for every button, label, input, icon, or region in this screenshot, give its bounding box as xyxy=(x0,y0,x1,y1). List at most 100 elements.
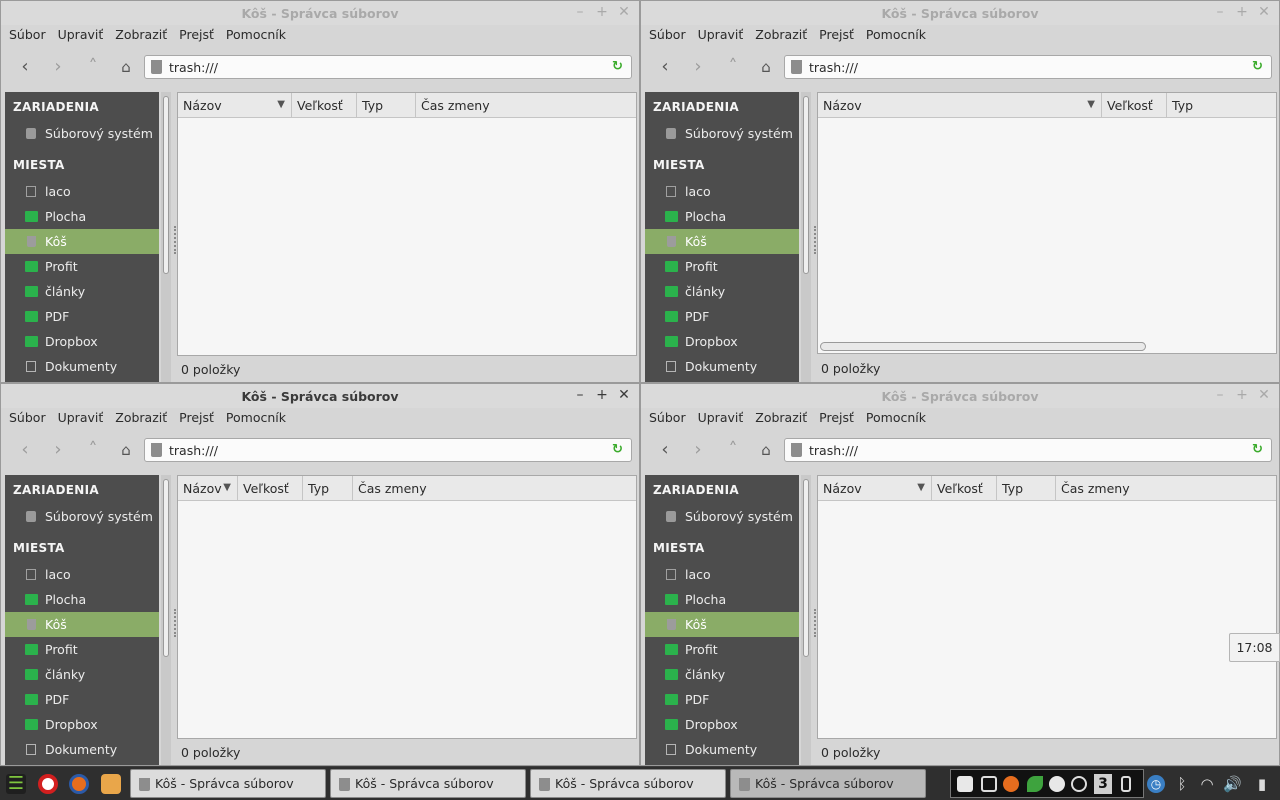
sidebar-item-home[interactable]: laco xyxy=(645,562,799,587)
forward-icon[interactable]: › xyxy=(47,57,69,77)
minimize-button[interactable]: – xyxy=(1213,387,1227,403)
sidebar-item-filesystem[interactable]: Súborový systém xyxy=(645,504,799,529)
menu-edit[interactable]: Upraviť xyxy=(692,408,750,430)
scrollbar-thumb[interactable] xyxy=(803,96,809,274)
sidebar-item-desktop[interactable]: Plocha xyxy=(5,204,159,229)
dropbox-icon[interactable] xyxy=(957,776,973,792)
close-button[interactable]: ✕ xyxy=(1257,4,1271,20)
sidebar-scrollbar[interactable] xyxy=(801,92,811,382)
forward-icon[interactable]: › xyxy=(47,440,69,460)
update-icon[interactable] xyxy=(1071,776,1087,792)
minimize-button[interactable]: – xyxy=(1213,4,1227,20)
address-bar[interactable]: trash:/// ↻ xyxy=(144,55,632,79)
sidebar-item-desktop[interactable]: Plocha xyxy=(5,587,159,612)
task-button-4[interactable]: Kôš - Správca súborov xyxy=(730,769,926,798)
file-manager-window-top-right[interactable]: Kôš - Správca súborov – + ✕ Súbor Upravi… xyxy=(640,0,1280,383)
firefox-tray-icon[interactable] xyxy=(1003,776,1019,792)
sidebar-item-pdf[interactable]: PDF xyxy=(645,687,799,712)
clipboard-icon[interactable] xyxy=(981,776,997,792)
sidebar-item-pdf[interactable]: PDF xyxy=(5,687,159,712)
sidebar-item-trash[interactable]: Kôš xyxy=(645,612,799,637)
clock-icon[interactable]: ◷ xyxy=(1147,775,1165,793)
phone-icon[interactable] xyxy=(1121,776,1131,792)
column-name[interactable]: Názov ▼ xyxy=(178,476,238,501)
sidebar-item-dropbox[interactable]: Dropbox xyxy=(645,329,799,354)
scrollbar-thumb[interactable] xyxy=(803,479,809,657)
sidebar-item-clanky[interactable]: články xyxy=(5,662,159,687)
forward-icon[interactable]: › xyxy=(687,57,709,77)
menu-view[interactable]: Zobraziť xyxy=(749,408,813,430)
sidebar-item-documents[interactable]: Dokumenty xyxy=(5,354,159,379)
scrollbar-thumb[interactable] xyxy=(163,479,169,657)
sidebar-item-filesystem[interactable]: Súborový systém xyxy=(5,504,159,529)
sidebar-item-profit[interactable]: Profit xyxy=(5,254,159,279)
home-icon[interactable]: ⌂ xyxy=(115,57,137,77)
up-icon[interactable]: ˄ xyxy=(722,57,744,77)
back-icon[interactable]: ‹ xyxy=(654,57,676,77)
sidebar-scrollbar[interactable] xyxy=(161,475,171,765)
sidebar-item-trash[interactable]: Kôš xyxy=(5,229,159,254)
file-manager-window-bottom-left[interactable]: Kôš - Správca súborov – + ✕ Súbor Upravi… xyxy=(0,383,640,766)
menu-go[interactable]: Prejsť xyxy=(173,408,220,430)
sidebar-item-clanky[interactable]: články xyxy=(645,279,799,304)
close-button[interactable]: ✕ xyxy=(617,4,631,20)
menu-help[interactable]: Pomocník xyxy=(220,25,292,47)
menu-view[interactable]: Zobraziť xyxy=(109,25,173,47)
opera-icon[interactable] xyxy=(38,774,58,794)
file-list[interactable]: Názov ▼ Veľkosť Typ xyxy=(817,92,1277,354)
scrollbar-thumb[interactable] xyxy=(163,96,169,274)
reload-icon[interactable]: ↻ xyxy=(1252,60,1266,74)
titlebar[interactable]: Kôš - Správca súborov – + ✕ xyxy=(641,384,1279,408)
home-icon[interactable]: ⌂ xyxy=(115,440,137,460)
volume-icon[interactable]: 🔊 xyxy=(1223,775,1242,793)
file-list[interactable]: Názov ▼ Veľkosť Typ Čas zmeny xyxy=(177,92,637,356)
reload-icon[interactable]: ↻ xyxy=(1252,443,1266,457)
close-button[interactable]: ✕ xyxy=(617,387,631,403)
sidebar-item-filesystem[interactable]: Súborový systém xyxy=(645,121,799,146)
sidebar-item-dropbox[interactable]: Dropbox xyxy=(645,712,799,737)
menu-help[interactable]: Pomocník xyxy=(860,25,932,47)
menu-edit[interactable]: Upraviť xyxy=(692,25,750,47)
horizontal-scrollbar[interactable] xyxy=(820,342,1146,351)
sidebar-item-trash[interactable]: Kôš xyxy=(645,229,799,254)
sidebar-item-desktop[interactable]: Plocha xyxy=(645,204,799,229)
home-icon[interactable]: ⌂ xyxy=(755,440,777,460)
chat-icon[interactable] xyxy=(1049,776,1065,792)
sidebar-item-filesystem[interactable]: Súborový systém xyxy=(5,121,159,146)
task-button-1[interactable]: Kôš - Správca súborov xyxy=(130,769,326,798)
up-icon[interactable]: ˄ xyxy=(82,440,104,460)
sidebar-item-home[interactable]: laco xyxy=(645,179,799,204)
sidebar-item-dropbox[interactable]: Dropbox xyxy=(5,329,159,354)
column-modified[interactable]: Čas zmeny xyxy=(1056,476,1276,501)
maximize-button[interactable]: + xyxy=(1235,387,1249,403)
reload-icon[interactable]: ↻ xyxy=(612,443,626,457)
sidebar-item-desktop[interactable]: Plocha xyxy=(645,587,799,612)
file-list[interactable]: Názov ▼ Veľkosť Typ Čas zmeny xyxy=(177,475,637,739)
menu-file[interactable]: Súbor xyxy=(643,408,692,430)
menu-help[interactable]: Pomocník xyxy=(220,408,292,430)
menu-file[interactable]: Súbor xyxy=(3,25,52,47)
file-list[interactable]: Názov ▼ Veľkosť Typ Čas zmeny xyxy=(817,475,1277,739)
menu-help[interactable]: Pomocník xyxy=(860,408,932,430)
column-size[interactable]: Veľkosť xyxy=(292,93,357,118)
column-name[interactable]: Názov ▼ xyxy=(818,93,1102,118)
menu-icon[interactable]: ☰ xyxy=(6,774,26,794)
menu-edit[interactable]: Upraviť xyxy=(52,25,110,47)
column-type[interactable]: Typ xyxy=(997,476,1056,501)
sidebar-item-documents[interactable]: Dokumenty xyxy=(645,737,799,762)
menu-view[interactable]: Zobraziť xyxy=(749,25,813,47)
column-type[interactable]: Typ xyxy=(303,476,353,501)
column-type[interactable]: Typ xyxy=(357,93,416,118)
sidebar-scrollbar[interactable] xyxy=(801,475,811,765)
wifi-icon[interactable]: ◠ xyxy=(1198,775,1216,793)
column-type[interactable]: Typ xyxy=(1167,93,1276,118)
sidebar-item-pdf[interactable]: PDF xyxy=(645,304,799,329)
address-bar[interactable]: trash:/// ↻ xyxy=(784,438,1272,462)
sidebar-item-documents[interactable]: Dokumenty xyxy=(645,354,799,379)
firefox-icon[interactable] xyxy=(69,774,89,794)
bluetooth-icon[interactable]: ᛒ xyxy=(1173,775,1191,793)
sidebar-item-profit[interactable]: Profit xyxy=(645,254,799,279)
column-size[interactable]: Veľkosť xyxy=(932,476,997,501)
sidebar-item-documents[interactable]: Dokumenty xyxy=(5,737,159,762)
column-name[interactable]: Názov ▼ xyxy=(818,476,932,501)
